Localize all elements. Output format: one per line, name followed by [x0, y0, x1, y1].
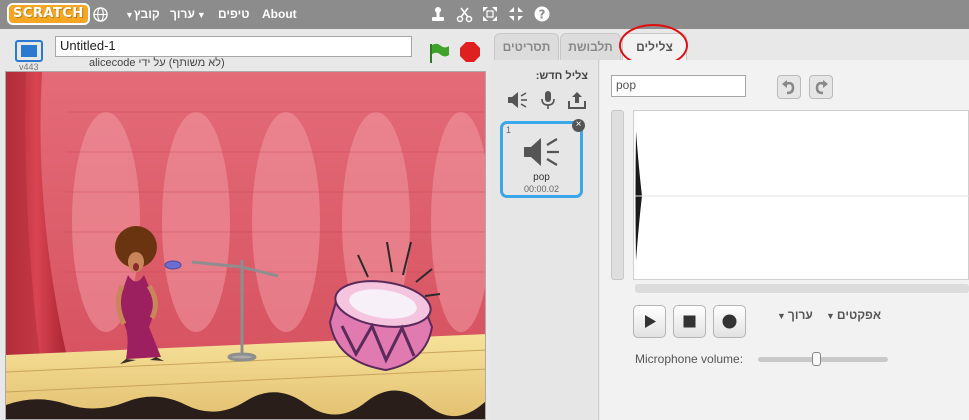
sound-tile-pop[interactable]: 1 × pop 00:00.02	[500, 119, 585, 198]
grow-icon[interactable]	[482, 6, 498, 22]
play-button[interactable]	[633, 305, 666, 338]
stop-square-icon	[683, 315, 696, 328]
redo-button[interactable]	[809, 75, 833, 99]
upload-sound-icon[interactable]	[567, 90, 587, 110]
stop-sign-icon[interactable]	[460, 42, 480, 62]
stage[interactable]	[5, 71, 486, 420]
undo-icon	[782, 80, 795, 95]
menu-edit[interactable]: ערוך ▼	[170, 0, 206, 29]
sound-name: pop	[533, 172, 550, 183]
speaker-icon	[524, 138, 559, 166]
editor-tabs: תסריטים תלבושת צלילים	[491, 29, 969, 62]
green-flag-icon[interactable]	[428, 42, 450, 64]
svg-text:?: ?	[539, 8, 546, 22]
project-byline: (לא משותף) על ידי alicecode	[89, 57, 225, 69]
menu-bar: SCRATCH ▼קובץ ערוך ▼ טיפים About ?	[0, 0, 969, 29]
cut-scissors-icon[interactable]	[456, 6, 473, 23]
sound-duration: 00:00.02	[523, 184, 560, 194]
waveform-horizontal-scrollbar[interactable]	[635, 284, 969, 293]
delete-sound-icon[interactable]: ×	[572, 119, 585, 132]
redo-icon	[815, 80, 828, 95]
presentation-mode-button[interactable]	[15, 40, 43, 62]
microphone-volume-slider[interactable]	[758, 357, 888, 362]
sound-name-input[interactable]: pop	[611, 75, 746, 97]
globe-icon[interactable]	[93, 7, 108, 22]
new-sound-label: צליל חדש:	[535, 70, 588, 82]
sound-editor: pop ערוך▼ אפקטים▼ Microphone volume:	[600, 60, 969, 420]
stage-backdrop	[6, 72, 485, 419]
waveform-display[interactable]	[633, 110, 969, 280]
record-button[interactable]	[713, 305, 746, 338]
menu-file[interactable]: ▼קובץ	[123, 0, 160, 29]
tab-costumes[interactable]: תלבושת	[560, 33, 621, 61]
project-title-input[interactable]: Untitled-1	[55, 36, 412, 57]
shrink-icon[interactable]	[508, 6, 524, 22]
menu-about[interactable]: About	[262, 0, 297, 29]
undo-button[interactable]	[777, 75, 801, 99]
stop-button[interactable]	[673, 305, 706, 338]
effects-dropdown[interactable]: אפקטים▼	[826, 308, 881, 322]
tab-scripts[interactable]: תסריטים	[494, 33, 559, 61]
scratch-logo[interactable]: SCRATCH	[7, 3, 90, 25]
help-icon[interactable]: ?	[534, 6, 550, 22]
waveform-vertical-scrollbar[interactable]	[611, 110, 624, 280]
record-circle-icon	[722, 314, 737, 329]
duplicate-stamp-icon[interactable]	[430, 6, 446, 23]
edit-dropdown[interactable]: ערוך▼	[777, 308, 813, 322]
menu-tips[interactable]: טיפים	[218, 0, 249, 29]
microphone-volume-knob[interactable]	[812, 352, 821, 366]
microphone-volume-label: Microphone volume:	[635, 352, 744, 366]
stage-header: v443 Untitled-1 (לא משותף) על ידי alicec…	[5, 33, 486, 72]
choose-sound-from-library-icon[interactable]	[506, 90, 528, 110]
sound-list-pane: צליל חדש: 1 × pop 00:00.02	[491, 60, 599, 420]
play-icon	[645, 315, 656, 328]
sound-index: 1	[506, 125, 512, 135]
record-microphone-icon[interactable]	[540, 90, 556, 110]
